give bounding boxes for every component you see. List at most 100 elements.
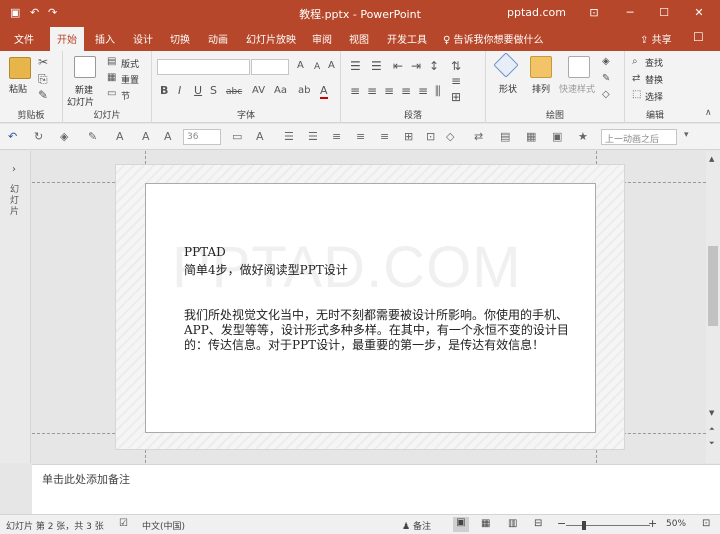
tab-transitions[interactable]: 切换	[170, 31, 190, 46]
distribute-quick-icon[interactable]: ≡	[380, 130, 389, 143]
bullets-icon[interactable]: ☰	[350, 60, 361, 72]
shape-effects-icon[interactable]: ◇	[602, 89, 610, 101]
star-quick-icon[interactable]: ★	[578, 130, 588, 143]
tell-me-box[interactable]: ♀ 告诉我你想要做什么	[443, 31, 544, 46]
zoom-in-icon[interactable]: +	[648, 517, 657, 530]
font-name-combo[interactable]	[157, 59, 250, 75]
paste-button[interactable]: 粘贴	[9, 82, 27, 95]
expand-pane-icon[interactable]: ›	[12, 164, 16, 175]
close-icon[interactable]: ✕	[687, 3, 711, 23]
increase-indent-icon[interactable]: ⇥	[411, 60, 421, 72]
grid-quick-icon[interactable]: ⊞	[404, 130, 413, 143]
tab-developer[interactable]: 开发工具	[387, 31, 427, 46]
format-painter-icon[interactable]: ✎	[38, 89, 48, 101]
font-grow-icon[interactable]: A	[116, 130, 124, 143]
shapes-icon[interactable]	[493, 52, 519, 78]
current-slide[interactable]: PPTAD.COM PPTAD 简单4步，做好阅读型PPT设计 我们所处视觉文化…	[145, 183, 596, 433]
shape-outline-icon[interactable]: ✎	[602, 73, 610, 85]
notes-pane[interactable]: 单击此处添加备注	[32, 464, 720, 514]
font-size-quick-combo[interactable]: 36	[183, 129, 221, 145]
scroll-up-icon[interactable]: ▲	[709, 155, 714, 163]
align-center-icon[interactable]: ≡	[367, 85, 377, 97]
crop-quick-icon[interactable]: ⊡	[426, 130, 435, 143]
tab-animations[interactable]: 动画	[208, 31, 228, 46]
bullet-quick-icon[interactable]: ☰	[284, 130, 294, 143]
number-quick-icon[interactable]: ☰	[308, 130, 318, 143]
minimize-icon[interactable]: ─	[618, 3, 642, 23]
new-slide-icon[interactable]	[74, 56, 96, 78]
arrange-quick-icon[interactable]: ▤	[500, 130, 510, 143]
justify-icon[interactable]: ≡	[401, 85, 411, 97]
layout-button[interactable]: 版式	[121, 57, 139, 70]
select-button[interactable]: 选择	[645, 90, 663, 103]
smartart-icon[interactable]: ⊞	[451, 91, 461, 103]
collapse-ribbon-icon[interactable]: ∧	[705, 107, 712, 119]
copy-icon[interactable]: ⎘	[38, 73, 48, 85]
maximize-icon[interactable]: ☐	[652, 3, 676, 23]
reset-button[interactable]: 重置	[121, 73, 139, 86]
slide-body-text[interactable]: 我们所处视觉文化当中，无时不刻都需要被设计所影响。你使用的手机、APP、发型等等…	[184, 308, 574, 353]
highlight-icon[interactable]: ab	[298, 85, 310, 97]
notes-placeholder[interactable]: 单击此处添加备注	[42, 471, 130, 487]
vertical-scrollbar[interactable]: ▲ ▼ ⏶ ⏷	[706, 151, 720, 463]
arrange-button[interactable]: 排列	[532, 82, 550, 95]
format-icon[interactable]: ▭	[232, 130, 242, 143]
arrange-icon[interactable]	[530, 56, 552, 78]
scroll-down-icon[interactable]: ▼	[709, 409, 714, 417]
text-icon[interactable]: A	[164, 130, 172, 143]
font-size-combo[interactable]	[251, 59, 289, 75]
display-quick-icon[interactable]: ▣	[552, 130, 562, 143]
cut-icon[interactable]: ✂	[38, 56, 48, 68]
fit-slide-icon[interactable]: ⊡	[702, 518, 710, 529]
char-spacing-icon[interactable]: AV	[252, 85, 265, 97]
line-spacing-icon[interactable]: ↕	[429, 60, 439, 72]
language-indicator[interactable]: 中文(中国)	[142, 519, 185, 532]
clear-format-icon[interactable]: A	[328, 60, 335, 72]
paste-icon[interactable]	[9, 57, 31, 79]
section-button[interactable]: 节	[121, 89, 130, 102]
scrollbar-thumb[interactable]	[708, 246, 718, 326]
animation-combo[interactable]: 上一动画之后	[601, 129, 677, 145]
share-button[interactable]: ⇪ 共享	[640, 31, 672, 46]
zoom-slider-track[interactable]	[566, 525, 650, 526]
slides-pane-label[interactable]: 幻灯片	[10, 185, 20, 218]
comments-icon[interactable]: ☐	[693, 30, 704, 44]
reading-view-icon[interactable]: ▥	[508, 518, 517, 529]
find-button[interactable]: 查找	[645, 56, 663, 69]
underline-icon[interactable]: U	[194, 85, 202, 97]
font-shrink-icon[interactable]: A	[142, 130, 150, 143]
numbering-icon[interactable]: ☰	[371, 60, 382, 72]
columns-icon[interactable]: ⫼	[435, 85, 441, 97]
justify-quick-icon[interactable]: ≡	[356, 130, 365, 143]
tab-view[interactable]: 视图	[349, 31, 369, 46]
account-name[interactable]: pptad.com	[507, 6, 566, 19]
quick-styles-button[interactable]: 快速样式	[559, 82, 595, 95]
strikethrough-icon[interactable]: abc	[226, 86, 242, 98]
tab-insert[interactable]: 插入	[95, 31, 115, 46]
next-slide-icon[interactable]: ⏷	[709, 439, 715, 448]
replace-quick-icon[interactable]: ⇄	[474, 130, 483, 143]
tab-file[interactable]: 文件	[14, 31, 34, 46]
slide-sorter-icon[interactable]: ▦	[481, 518, 490, 529]
notes-toggle[interactable]: ♟ 备注	[402, 519, 431, 532]
decrease-indent-icon[interactable]: ⇤	[393, 60, 403, 72]
spell-check-icon[interactable]: ☑	[119, 518, 128, 529]
change-case-icon[interactable]: Aa	[274, 85, 287, 97]
font-color-quick-icon[interactable]: A	[256, 130, 264, 143]
align-quick-icon[interactable]: ≡	[332, 130, 341, 143]
shrink-font-icon[interactable]: A	[314, 61, 320, 73]
tab-slideshow[interactable]: 幻灯片放映	[246, 31, 296, 46]
shapes-quick-icon[interactable]: ◇	[446, 130, 454, 143]
align-text-icon[interactable]: ≡	[451, 75, 461, 87]
slideshow-icon[interactable]: ⊟	[534, 518, 542, 529]
toolbar-dropdown-icon[interactable]: ▾	[684, 130, 689, 140]
font-color-icon[interactable]: A	[320, 85, 328, 99]
slide-title-line-2[interactable]: 简单4步，做好阅读型PPT设计	[184, 261, 348, 278]
tab-review[interactable]: 审阅	[312, 31, 332, 46]
undo-icon[interactable]: ↶	[8, 130, 17, 143]
text-direction-icon[interactable]: ⇅	[451, 60, 461, 72]
pen-icon[interactable]: ✎	[88, 130, 97, 143]
quick-styles-icon[interactable]	[568, 56, 590, 78]
bold-icon[interactable]: B	[160, 85, 168, 97]
align-left-icon[interactable]: ≡	[350, 85, 360, 97]
